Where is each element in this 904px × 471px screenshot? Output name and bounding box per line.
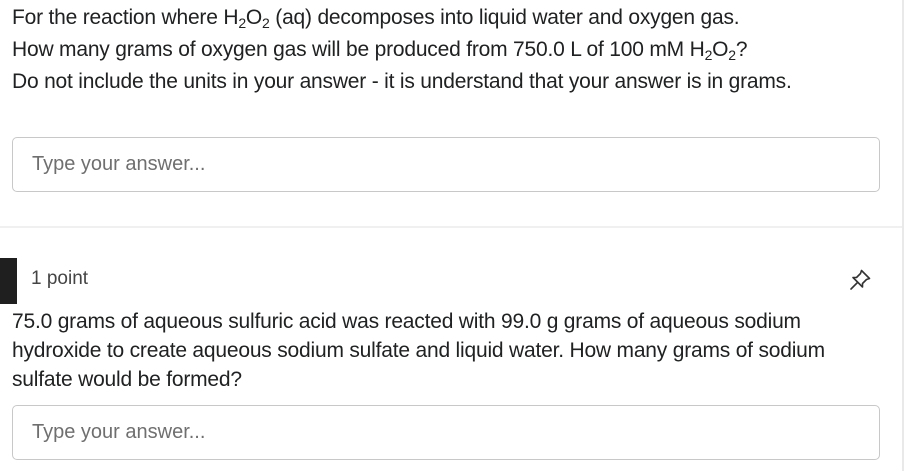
- question-1-answer-input[interactable]: [13, 138, 879, 191]
- q1-line1-part: O: [245, 6, 263, 29]
- question-1-instructions: Do not include the units in your answer …: [12, 70, 792, 93]
- q1-line1-part: (aq) decomposes into liquid water and ox…: [269, 6, 740, 29]
- question-1-text: For the reaction where H2O2 (aq) decompo…: [12, 2, 882, 98]
- section-divider: [0, 226, 902, 228]
- q1-line1-part: For the reaction where H: [12, 6, 239, 29]
- form-page: For the reaction where H2O2 (aq) decompo…: [0, 0, 904, 471]
- question-1-line-1: For the reaction where H2O2 (aq) decompo…: [12, 2, 882, 34]
- q1-line2-part: O: [712, 38, 729, 61]
- pin-icon[interactable]: [847, 267, 873, 293]
- q1-line1-subscript: 2: [262, 15, 270, 31]
- question-2-answer-input[interactable]: [13, 406, 879, 459]
- points-label: 1 point: [31, 268, 89, 289]
- question-2-text: 75.0 grams of aqueous sulfuric acid was …: [12, 310, 825, 391]
- question-accent-bar: [0, 258, 17, 304]
- question-2-answer-box: [12, 405, 880, 460]
- question-1-answer-box: [12, 137, 880, 192]
- q1-line2-part: ?: [735, 38, 748, 61]
- q1-line2-part: How many grams of oxygen gas will be pro…: [12, 38, 705, 61]
- q1-line2-subscript: 2: [728, 47, 736, 63]
- question-1-line-2: How many grams of oxygen gas will be pro…: [12, 34, 882, 66]
- q1-line1-subscript: 2: [238, 15, 246, 31]
- question-1: For the reaction where H2O2 (aq) decompo…: [0, 0, 902, 226]
- pin-icon-svg: [850, 269, 871, 290]
